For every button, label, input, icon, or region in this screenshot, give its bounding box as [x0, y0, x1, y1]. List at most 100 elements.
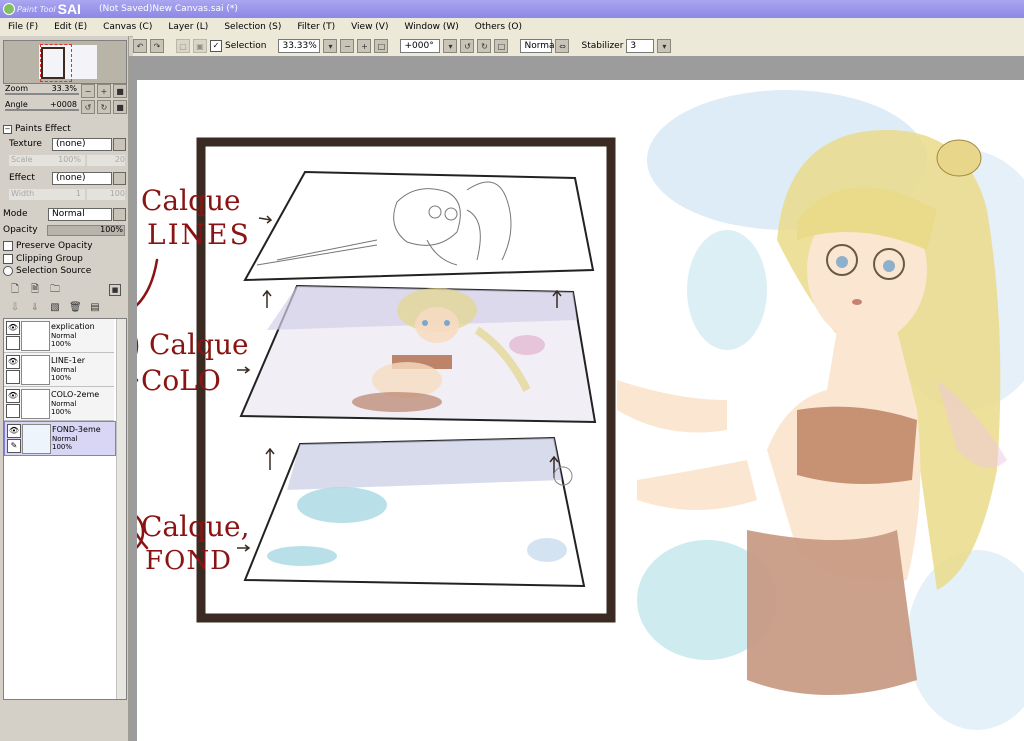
rotate-left-button[interactable]: ↺ [460, 39, 475, 53]
rotate-right-button[interactable]: ↻ [477, 39, 492, 53]
menu-filter[interactable]: Filter (T) [289, 22, 343, 32]
zoom-out-button[interactable]: − [340, 39, 355, 53]
logo-big-text: SAI [57, 1, 81, 17]
stabilizer-field[interactable]: 3 [626, 39, 655, 53]
canvas-area[interactable]: 1 Calque LINES 2 Calque CoLO 3 Calque, F… [129, 56, 1024, 741]
texture-dropdown-icon[interactable] [113, 138, 126, 151]
layer-item-line-1er[interactable]: 👁 LINE-1er Normal 100% [4, 353, 114, 387]
logo-icon [3, 3, 15, 15]
layer-name: COLO-2eme [51, 390, 100, 399]
pen-icon[interactable]: ✎ [7, 439, 21, 453]
menu-layer[interactable]: Layer (L) [160, 22, 216, 32]
nav-zoom-in-button[interactable]: + [97, 84, 111, 98]
layer-mask-icon[interactable]: ■ [109, 284, 121, 296]
deselect-button[interactable]: ▢ [176, 39, 190, 53]
nav-angle-slider[interactable] [5, 109, 79, 111]
layer-properties-icon[interactable]: ▤ [89, 302, 101, 314]
blend-mode-row: Mode Normal [3, 208, 126, 222]
opacity-row: Opacity 100% [3, 224, 125, 238]
texture-label: Texture [9, 139, 42, 149]
clipping-group-row[interactable]: Clipping Group [3, 253, 83, 265]
zoom-dropdown-button[interactable]: ▾ [323, 39, 338, 53]
menu-canvas[interactable]: Canvas (C) [95, 22, 160, 32]
nav-rotate-left-button[interactable]: ↺ [81, 100, 95, 114]
eye-icon[interactable]: 👁 [6, 355, 20, 369]
eye-icon[interactable]: 👁 [6, 321, 20, 335]
annotation-lines: LINES [147, 218, 251, 251]
selection-source-row[interactable]: Selection Source [3, 265, 91, 277]
clipping-group-label: Clipping Group [16, 254, 83, 264]
nav-zoom-slider[interactable] [5, 93, 79, 95]
navigator-preview[interactable] [3, 40, 127, 84]
effect-dropdown-icon[interactable] [113, 172, 126, 185]
zoom-field[interactable]: 33.33% [278, 39, 321, 53]
menu-others[interactable]: Others (O) [467, 22, 530, 32]
menu-selection[interactable]: Selection (S) [216, 22, 289, 32]
menu-file[interactable]: File (F) [0, 22, 46, 32]
selection-source-radio[interactable] [3, 266, 13, 276]
nav-rotate-reset-button[interactable]: ■ [113, 100, 127, 114]
zoom-in-button[interactable]: + [357, 39, 372, 53]
window-title: (Not Saved)New Canvas.sai (*) [98, 4, 238, 14]
undo-button[interactable]: ↶ [133, 39, 147, 53]
nav-zoom-reset-button[interactable]: ■ [113, 84, 127, 98]
eye-icon[interactable]: 👁 [6, 389, 20, 403]
nav-angle-label: Angle [5, 100, 28, 109]
menu-window[interactable]: Window (W) [396, 22, 466, 32]
blend-mode-select[interactable]: Normal [48, 208, 112, 221]
stabilizer-dropdown-button[interactable]: ▾ [657, 39, 672, 53]
lock-toggle[interactable] [6, 404, 20, 418]
angle-dropdown-button[interactable]: ▾ [443, 39, 458, 53]
effect-label: Effect [9, 173, 35, 183]
angle-field[interactable]: +000° [400, 39, 441, 53]
navigator-viewport[interactable] [40, 44, 72, 82]
view-mode-field[interactable]: Normal [520, 39, 557, 53]
transfer-down-icon[interactable]: ⇩ [9, 302, 21, 314]
new-layer-icon[interactable]: 🗋 [9, 284, 21, 296]
clipping-group-checkbox[interactable] [3, 254, 13, 264]
menu-view[interactable]: View (V) [343, 22, 396, 32]
zoom-reset-button[interactable]: □ [374, 39, 389, 53]
nav-zoom-row: Zoom 33.3% − + ■ [3, 84, 127, 100]
paints-effect-title: Paints Effect [15, 124, 71, 134]
annotation-calque-2: Calque [149, 328, 249, 361]
preserve-opacity-row[interactable]: Preserve Opacity [3, 240, 93, 252]
selection-source-label: Selection Source [16, 266, 92, 276]
nav-zoom-out-button[interactable]: − [81, 84, 95, 98]
paints-effect-header[interactable]: − Paints Effect [3, 124, 71, 134]
new-folder-icon[interactable]: 🗀 [49, 284, 61, 296]
layer-item-explication[interactable]: 👁 explication Normal 100% [4, 319, 114, 353]
redo-button[interactable]: ↷ [150, 39, 164, 53]
canvas-page[interactable]: 1 Calque LINES 2 Calque CoLO 3 Calque, F… [137, 80, 1024, 741]
layer-item-fond-3eme[interactable]: 👁 ✎ FOND-3eme Normal 100% [4, 421, 116, 456]
nav-angle-value: +0008 [49, 100, 77, 109]
delete-layer-icon[interactable]: 🗑 [69, 302, 82, 314]
flip-horizontal-button[interactable]: ⇔ [555, 39, 570, 53]
nav-zoom-value: 33.3% [51, 84, 77, 93]
texture-select[interactable]: (none) [52, 138, 112, 151]
preserve-opacity-checkbox[interactable] [3, 241, 13, 251]
new-linework-layer-icon[interactable]: 🗎 [29, 284, 41, 296]
invert-selection-button[interactable]: ▣ [193, 39, 207, 53]
effect-select[interactable]: (none) [52, 172, 112, 185]
rotate-reset-button[interactable]: □ [494, 39, 509, 53]
layer-scrollbar[interactable] [116, 319, 126, 699]
nav-angle-row: Angle +0008 ↺ ↻ ■ [3, 100, 127, 116]
layer-item-colo-2eme[interactable]: 👁 COLO-2eme Normal 100% [4, 387, 114, 421]
layer-opacity: 100% [52, 443, 73, 451]
lock-toggle[interactable] [6, 336, 20, 350]
eye-icon[interactable]: 👁 [7, 424, 21, 438]
width-row: Width 1 100 [3, 188, 125, 202]
nav-rotate-right-button[interactable]: ↻ [97, 100, 111, 114]
selection-checkbox[interactable]: ✓ [210, 40, 222, 52]
clear-layer-icon[interactable]: ▧ [49, 302, 61, 314]
layer-thumbnail [21, 321, 50, 351]
layer-name: explication [51, 322, 95, 331]
effect-row: Effect (none) [3, 172, 126, 186]
opacity-value: 100% [100, 225, 123, 234]
lock-toggle[interactable] [6, 370, 20, 384]
menu-edit[interactable]: Edit (E) [46, 22, 95, 32]
merge-down-icon[interactable]: ⇓ [29, 302, 41, 314]
app-logo: Paint Tool SAI [0, 1, 81, 17]
blend-mode-dropdown-icon[interactable] [113, 208, 126, 221]
